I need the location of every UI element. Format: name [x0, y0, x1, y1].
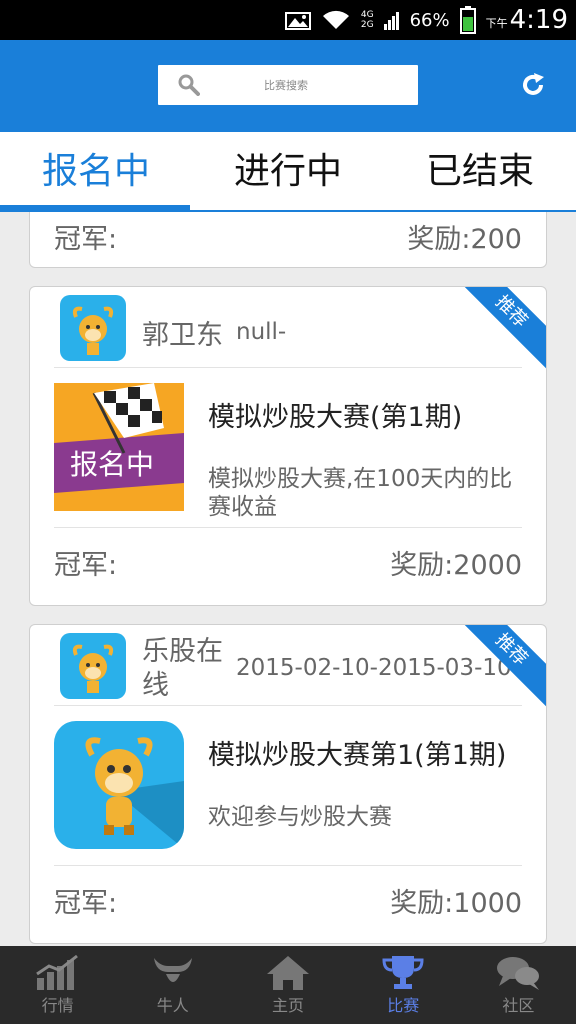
- image-notification-icon: [284, 12, 311, 30]
- bull-mascot-image: [85, 737, 184, 849]
- search-icon: [178, 74, 200, 96]
- divider: [54, 367, 522, 368]
- nav-label: 社区: [502, 996, 535, 1015]
- network-top-label: 4G: [360, 10, 374, 20]
- champion-label: 冠军:: [54, 887, 118, 919]
- contest-card[interactable]: 郭卫东 null- 推荐 报名中 模拟炒股大赛(第1期) 模拟炒股大赛,在100…: [29, 286, 547, 606]
- bottom-nav: 行情 牛人 主页 比赛 社区: [0, 946, 576, 1024]
- tab-signup[interactable]: 报名中: [0, 132, 192, 210]
- chat-icon: [497, 957, 540, 990]
- divider: [54, 705, 522, 706]
- nav-label: 比赛: [387, 996, 420, 1015]
- tab-bar: 报名中 进行中 已结束: [0, 132, 576, 212]
- search-placeholder: 比赛搜索: [264, 79, 308, 92]
- organizer-name: 乐股在线: [142, 636, 223, 701]
- contest-description: 模拟炒股大赛,在100天内的比赛收益: [208, 466, 513, 520]
- nav-item-home[interactable]: 主页: [230, 946, 345, 1024]
- clock: 下午 4:19: [486, 5, 568, 35]
- network-bottom-label: 2G: [360, 20, 374, 30]
- nav-item-community[interactable]: 社区: [461, 946, 576, 1024]
- battery-percent: 66%: [409, 9, 450, 31]
- home-icon: [267, 956, 309, 990]
- reward-label: 奖励:1000: [390, 887, 522, 919]
- champion-label: 冠军:: [54, 223, 118, 255]
- app-header: 比赛搜索: [0, 40, 576, 132]
- card-footer: 冠军: 奖励:200: [54, 212, 522, 267]
- clock-time: 4:19: [509, 5, 568, 35]
- tab-ongoing[interactable]: 进行中: [192, 132, 384, 210]
- tab-ended[interactable]: 已结束: [384, 132, 576, 210]
- champion-label: 冠军:: [54, 549, 118, 581]
- card-footer: 冠军: 奖励:2000: [54, 527, 522, 597]
- chart-icon: [35, 954, 78, 990]
- organizer-name: 郭卫东: [142, 320, 223, 351]
- wifi-icon: [322, 10, 349, 29]
- contest-title: 模拟炒股大赛第1(第1期): [208, 740, 507, 771]
- organizer-avatar: [60, 295, 126, 361]
- nav-label: 行情: [41, 996, 74, 1015]
- nav-label: 主页: [272, 996, 305, 1015]
- contest-thumbnail: [54, 721, 184, 849]
- contest-description: 欢迎参与炒股大赛: [208, 804, 392, 830]
- battery-icon: [459, 6, 476, 34]
- refresh-icon[interactable]: [520, 72, 546, 98]
- contest-card[interactable]: 冠军: 奖励:200: [29, 212, 547, 268]
- organizer-avatar: [60, 633, 126, 699]
- contest-date: null-: [236, 319, 287, 345]
- network-type: 4G 2G: [361, 10, 374, 30]
- nav-item-market[interactable]: 行情: [0, 946, 115, 1024]
- contest-list[interactable]: 冠军: 奖励:200 郭卫东 null- 推荐 报名中 模拟炒股大赛(第1期) …: [0, 212, 576, 946]
- nav-label: 牛人: [156, 996, 189, 1015]
- contest-thumbnail: 报名中: [54, 383, 184, 511]
- tab-indicator: [0, 205, 190, 212]
- contest-title: 模拟炒股大赛(第1期): [208, 402, 463, 433]
- bull-icon: [153, 958, 192, 982]
- trophy-icon: [382, 956, 424, 989]
- card-footer: 冠军: 奖励:1000: [54, 865, 522, 935]
- clock-ampm: 下午: [485, 17, 508, 30]
- reward-label: 奖励:2000: [390, 549, 522, 581]
- nav-item-experts[interactable]: 牛人: [115, 946, 230, 1024]
- search-input[interactable]: 比赛搜索: [158, 65, 418, 105]
- contest-card[interactable]: 乐股在线 2015-02-10-2015-03-10 推荐 模拟炒股大赛第1(第…: [29, 624, 547, 944]
- reward-label: 奖励:200: [407, 223, 522, 255]
- thumbnail-label: 报名中: [70, 448, 155, 481]
- bull-mascot-icon: [72, 306, 114, 355]
- recommend-badge: 推荐: [454, 287, 546, 369]
- status-bar: 4G 2G 66% 下午 4:19: [0, 0, 576, 40]
- bull-mascot-icon: [72, 644, 114, 693]
- contest-date: 2015-02-10-2015-03-10: [236, 655, 512, 681]
- nav-item-contest[interactable]: 比赛: [346, 946, 461, 1024]
- signal-icon: [383, 12, 399, 30]
